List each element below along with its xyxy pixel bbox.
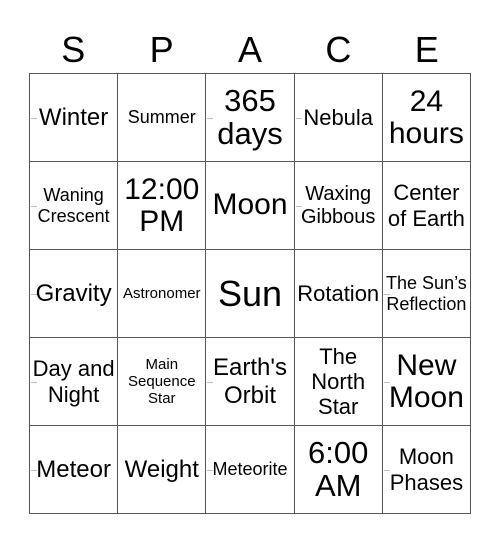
- marker-icon: [383, 293, 390, 295]
- cell-label: Winter: [38, 103, 109, 131]
- bingo-cell[interactable]: The Sun’s Reflection: [382, 250, 471, 338]
- cell-label: Summer: [127, 107, 196, 128]
- bingo-cell[interactable]: Gravity: [30, 250, 119, 338]
- bingo-card-grid: Winter Summer 365 days Nebula 24 hours W…: [29, 73, 471, 514]
- cell-label: Moon: [212, 188, 288, 222]
- marker-icon: [383, 381, 390, 383]
- cell-label: New Moon: [388, 349, 464, 414]
- header-letter-a: A: [237, 29, 262, 70]
- bingo-cell[interactable]: Meteor: [30, 426, 119, 514]
- bingo-cell[interactable]: 365 days: [206, 74, 295, 162]
- cell-label: Main Sequence Star: [128, 355, 196, 408]
- bingo-cell[interactable]: Main Sequence Star: [118, 338, 207, 426]
- bingo-cell[interactable]: 6:00 AM: [294, 426, 383, 514]
- bingo-cell[interactable]: Moon Phases: [382, 426, 471, 514]
- marker-icon: [207, 469, 214, 471]
- bingo-cell[interactable]: Astronomer: [118, 250, 207, 338]
- cell-label: Moon Phases: [389, 444, 464, 495]
- cell-label: Astronomer: [123, 284, 201, 302]
- marker-icon: [207, 117, 214, 119]
- marker-icon: [295, 117, 302, 119]
- bingo-cell[interactable]: Rotation: [294, 250, 383, 338]
- cell-label: Meteorite: [212, 459, 288, 480]
- bingo-cell[interactable]: Waning Crescent: [30, 162, 119, 250]
- cell-label: Rotation: [297, 280, 380, 306]
- cell-label: Waxing Gibbous: [300, 182, 376, 228]
- cell-label: Sun: [217, 272, 283, 314]
- header-letter-p: P: [149, 29, 174, 70]
- marker-icon: [31, 117, 37, 119]
- cell-label: The Sun’s Reflection: [386, 272, 467, 314]
- marker-icon: [207, 381, 214, 383]
- marker-icon: [31, 381, 37, 383]
- bingo-cell[interactable]: Waxing Gibbous: [294, 162, 383, 250]
- cell-label: 24 hours: [388, 85, 464, 150]
- bingo-cell[interactable]: Nebula: [294, 74, 383, 162]
- marker-icon: [295, 205, 302, 207]
- cell-label: Meteor: [36, 455, 111, 483]
- marker-icon: [31, 205, 37, 207]
- cell-label: 365 days: [217, 82, 283, 151]
- cell-label: Weight: [124, 455, 199, 483]
- cell-label: Day and Night: [32, 356, 115, 407]
- bingo-cell[interactable]: 12:00 PM: [118, 162, 207, 250]
- bingo-header: S P A C E: [29, 26, 471, 74]
- cell-label: Waning Crescent: [37, 184, 110, 226]
- cell-label: Gravity: [35, 279, 112, 307]
- marker-icon: [383, 469, 390, 471]
- bingo-cell[interactable]: Sun: [206, 250, 295, 338]
- cell-label: Center of Earth: [387, 180, 465, 231]
- bingo-cell[interactable]: Winter: [30, 74, 119, 162]
- bingo-cell[interactable]: 24 hours: [382, 74, 471, 162]
- cell-label: Nebula: [303, 104, 374, 130]
- bingo-cell[interactable]: Earth's Orbit: [206, 338, 295, 426]
- bingo-cell[interactable]: The North Star: [294, 338, 383, 426]
- cell-label: 6:00 AM: [308, 434, 369, 503]
- header-letter-c: C: [325, 29, 352, 70]
- bingo-cell[interactable]: Center of Earth: [382, 162, 471, 250]
- bingo-cell[interactable]: Summer: [118, 74, 207, 162]
- marker-icon: [31, 293, 37, 295]
- bingo-cell[interactable]: Day and Night: [30, 338, 119, 426]
- bingo-cell[interactable]: New Moon: [382, 338, 471, 426]
- cell-label: The North Star: [311, 343, 366, 420]
- bingo-cell[interactable]: Meteorite: [206, 426, 295, 514]
- cell-label: Earth's Orbit: [213, 353, 287, 409]
- header-letter-s: S: [61, 29, 86, 70]
- cell-label: 12:00 PM: [124, 173, 200, 238]
- marker-icon: [31, 469, 37, 471]
- bingo-cell[interactable]: Weight: [118, 426, 207, 514]
- bingo-cell[interactable]: Moon: [206, 162, 295, 250]
- header-letter-e: E: [414, 29, 439, 70]
